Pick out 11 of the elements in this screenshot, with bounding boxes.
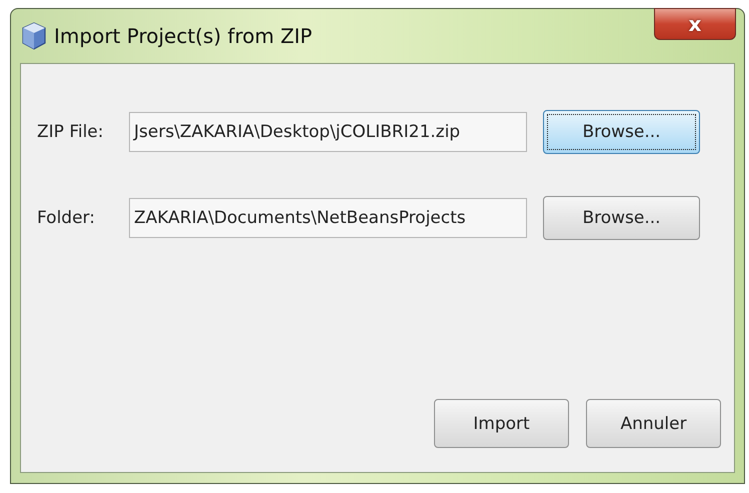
path-field[interactable]: Jsers\ZAKARIA\Desktop\jCOLIBRI21.zip — [129, 112, 527, 152]
cube-icon — [22, 22, 46, 50]
field-label: ZIP File: — [37, 122, 104, 142]
field-label: Folder: — [37, 208, 96, 228]
close-button[interactable]: x — [654, 8, 736, 40]
browse-button[interactable]: Browse... — [543, 196, 700, 240]
cancel-button[interactable]: Annuler — [586, 399, 721, 448]
window-title: Import Project(s) from ZIP — [54, 24, 312, 48]
browse-button[interactable]: Browse... — [543, 110, 700, 154]
path-field[interactable]: ZAKARIA\Documents\NetBeansProjects — [129, 198, 527, 238]
import-button[interactable]: Import — [434, 399, 569, 448]
